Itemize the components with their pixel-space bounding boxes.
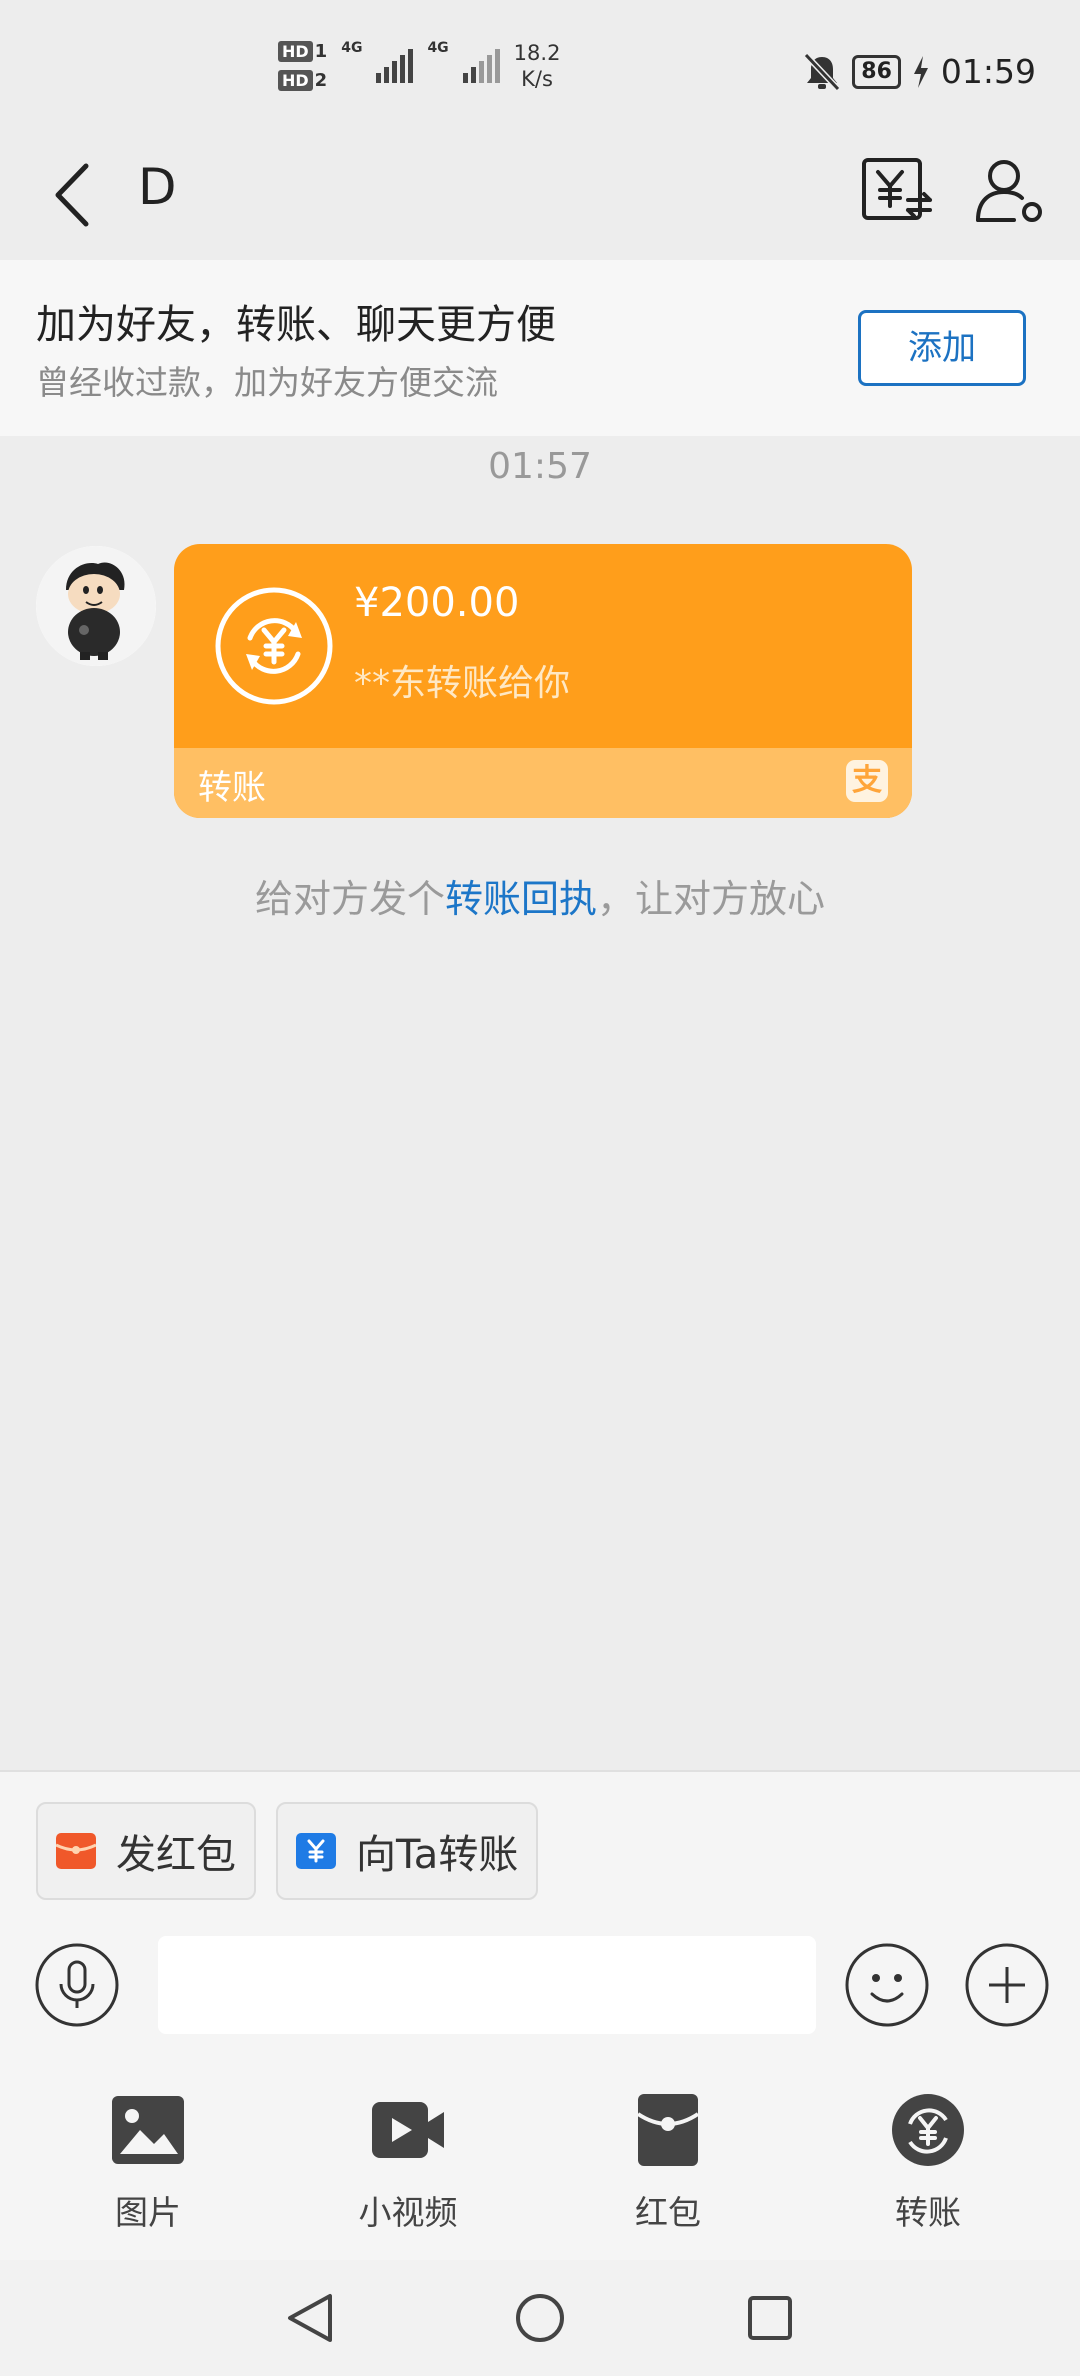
tool-video[interactable]: 小视频 xyxy=(318,2092,498,2234)
transfer-voucher-icon xyxy=(296,1833,336,1869)
transfer-yuan-icon xyxy=(215,587,333,705)
composer-panel: 发红包 向Ta转账 图片 小视频 红包 转账 xyxy=(0,1770,1080,2260)
charging-icon xyxy=(913,55,928,88)
alipay-logo-icon: 支 xyxy=(846,760,888,802)
tool-red-packet[interactable]: 红包 xyxy=(578,2092,758,2234)
hd2-badge: HD 2 xyxy=(278,70,327,91)
add-more-icon[interactable] xyxy=(964,1942,1050,2028)
signal-icon-1 xyxy=(376,49,414,83)
transfer-to-ta-button[interactable]: 向Ta转账 xyxy=(276,1802,539,1900)
transfer-from-text: **东转账给你 xyxy=(354,663,571,704)
cartoon-avatar-icon xyxy=(36,546,156,666)
hd1-badge: HD 1 xyxy=(278,41,327,62)
image-icon xyxy=(112,2096,184,2164)
tool-transfer[interactable]: 转账 xyxy=(838,2092,1018,2234)
transfer-footer-label: 转账 xyxy=(198,768,266,808)
back-arrow-icon[interactable] xyxy=(48,160,98,230)
send-red-packet-button[interactable]: 发红包 xyxy=(36,1802,256,1900)
banner-title: 加为好友，转账、聊天更方便 xyxy=(36,302,556,348)
mute-bell-icon xyxy=(804,52,841,91)
status-bar: HD 1 HD 2 4G 4G 18.2 K/s 86 01:59 xyxy=(0,0,1080,130)
system-nav-bar xyxy=(0,2260,1080,2376)
add-friend-button[interactable]: 添加 xyxy=(858,310,1026,386)
nav-back-icon[interactable] xyxy=(282,2290,338,2346)
red-packet-icon xyxy=(56,1833,96,1869)
transfer-card-footer: 转账 支 xyxy=(174,748,912,818)
network-type-2: 4G xyxy=(427,40,449,56)
receipt-hint: 给对方发个转账回执，让对方放心 xyxy=(254,877,826,921)
transfer-record-icon[interactable] xyxy=(856,150,936,230)
emoji-icon[interactable] xyxy=(844,1942,930,2028)
nav-recents-icon[interactable] xyxy=(742,2290,798,2346)
network-speed: 18.2 K/s xyxy=(513,41,561,91)
red-packet-icon xyxy=(636,2094,700,2166)
message-timestamp: 01:57 xyxy=(488,446,592,487)
nav-home-icon[interactable] xyxy=(512,2290,568,2346)
status-right: 86 01:59 xyxy=(804,52,1036,91)
voice-input-icon[interactable] xyxy=(34,1942,120,2028)
banner-subtitle: 曾经收过款，加为好友方便交流 xyxy=(36,363,498,402)
battery-level: 86 xyxy=(852,54,901,89)
network-type-1: 4G xyxy=(341,40,363,56)
message-input[interactable] xyxy=(158,1936,816,2034)
page-title: D xyxy=(138,158,177,216)
add-friend-banner: 加为好友，转账、聊天更方便 曾经收过款，加为好友方便交流 添加 xyxy=(0,260,1080,436)
chat-header: D xyxy=(0,130,1080,260)
avatar[interactable] xyxy=(36,546,156,666)
transfer-icon xyxy=(892,2094,964,2166)
video-icon xyxy=(372,2102,444,2158)
status-left: HD 1 HD 2 4G 4G 18.2 K/s xyxy=(278,40,560,92)
transfer-message-card[interactable]: ¥200.00 **东转账给你 转账 支 xyxy=(174,544,912,818)
transfer-amount: ¥200.00 xyxy=(354,580,520,626)
status-time: 01:59 xyxy=(940,52,1036,91)
tool-image[interactable]: 图片 xyxy=(58,2092,238,2234)
signal-icon-2 xyxy=(462,49,500,83)
user-profile-icon[interactable] xyxy=(970,150,1050,230)
transfer-receipt-link[interactable]: 转账回执 xyxy=(445,877,597,921)
